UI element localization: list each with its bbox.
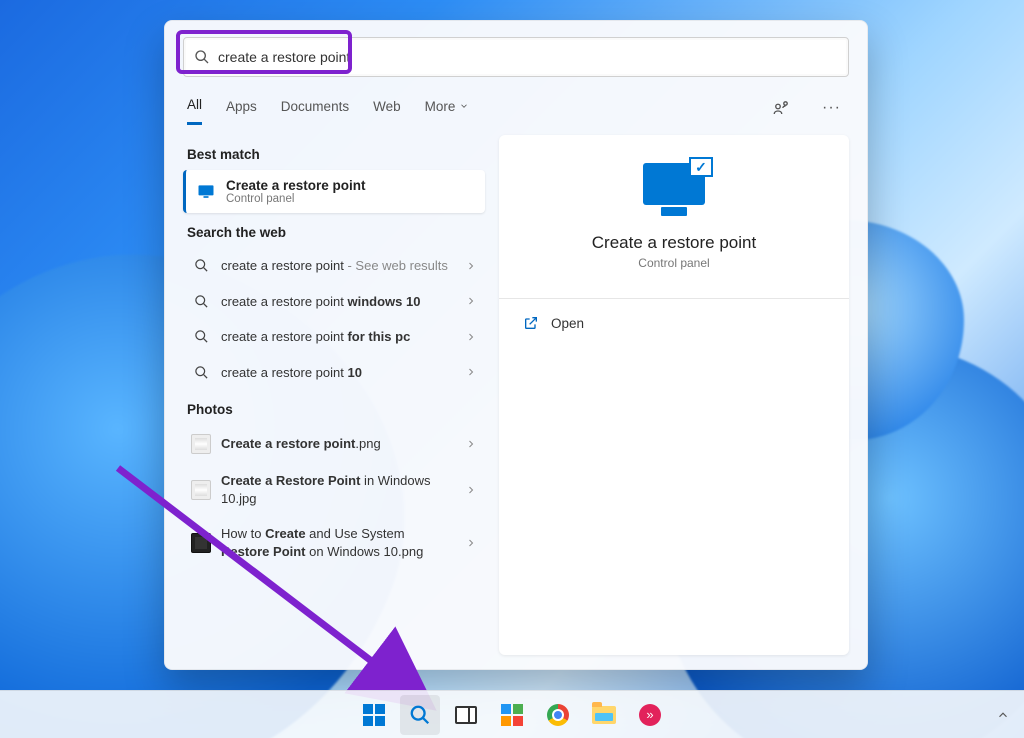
photo-result-text: Create a restore point.png — [221, 435, 455, 453]
section-photos: Photos — [183, 390, 485, 425]
search-icon — [409, 704, 431, 726]
desktop: All Apps Documents Web More ··· Best mat… — [0, 0, 1024, 738]
best-match-result[interactable]: Create a restore point Control panel — [183, 170, 485, 213]
photo-result-text: How to Create and Use System Restore Poi… — [221, 525, 455, 560]
chrome-button[interactable] — [538, 695, 578, 735]
taskbar-search-button[interactable] — [400, 695, 440, 735]
best-match-subtitle: Control panel — [226, 193, 366, 205]
widgets-button[interactable] — [492, 695, 532, 735]
task-view-button[interactable] — [446, 695, 486, 735]
web-result-text: create a restore point for this pc — [221, 328, 455, 346]
system-icon — [196, 182, 216, 202]
app-button[interactable]: » — [630, 695, 670, 735]
results-column: Best match Create a restore point Contro… — [183, 135, 485, 655]
widgets-icon — [501, 704, 523, 726]
search-flyout: All Apps Documents Web More ··· Best mat… — [164, 20, 868, 670]
photo-result[interactable]: How to Create and Use System Restore Poi… — [183, 516, 485, 569]
open-label: Open — [551, 316, 584, 331]
web-result[interactable]: create a restore point for this pc — [183, 319, 485, 355]
chevron-right-icon — [465, 438, 477, 450]
chevron-right-icon — [465, 331, 477, 343]
windows-logo-icon — [363, 704, 385, 726]
tab-documents[interactable]: Documents — [281, 93, 349, 124]
search-icon — [191, 329, 211, 344]
folder-icon — [592, 706, 616, 724]
tab-web[interactable]: Web — [373, 93, 401, 124]
web-result-text: create a restore point 10 — [221, 364, 455, 382]
task-view-icon — [455, 706, 477, 724]
feedback-icon[interactable] — [768, 95, 794, 121]
open-action[interactable]: Open — [521, 305, 827, 341]
tab-apps[interactable]: Apps — [226, 93, 257, 124]
chevron-right-icon — [465, 295, 477, 307]
system-properties-icon: ✓ — [643, 163, 705, 205]
chevron-right-icon — [465, 366, 477, 378]
web-result[interactable]: create a restore point windows 10 — [183, 284, 485, 320]
search-icon — [191, 365, 211, 380]
photo-result-text: Create a Restore Point in Windows 10.jpg — [221, 472, 455, 507]
search-input[interactable] — [218, 49, 838, 65]
web-result[interactable]: create a restore point - See web results — [183, 248, 485, 284]
web-result-text: create a restore point windows 10 — [221, 293, 455, 311]
app-icon: » — [639, 704, 661, 726]
chevron-down-icon — [459, 101, 469, 111]
section-search-web: Search the web — [183, 213, 485, 248]
chevron-right-icon — [465, 260, 477, 272]
photo-result[interactable]: Create a Restore Point in Windows 10.jpg — [183, 463, 485, 516]
chrome-icon — [547, 704, 569, 726]
search-icon — [191, 294, 211, 309]
chevron-right-icon — [465, 484, 477, 496]
image-thumb-icon — [191, 434, 211, 454]
tab-more[interactable]: More — [425, 93, 470, 124]
show-hidden-icons[interactable] — [996, 708, 1010, 722]
section-best-match: Best match — [183, 135, 485, 170]
tab-all[interactable]: All — [187, 91, 202, 125]
preview-subtitle: Control panel — [638, 256, 709, 270]
image-thumb-icon — [191, 480, 211, 500]
file-explorer-button[interactable] — [584, 695, 624, 735]
more-options-button[interactable]: ··· — [818, 95, 845, 121]
preview-title: Create a restore point — [592, 233, 756, 253]
start-button[interactable] — [354, 695, 394, 735]
divider — [499, 298, 849, 299]
search-box[interactable] — [183, 37, 849, 77]
web-result[interactable]: create a restore point 10 — [183, 355, 485, 391]
photo-result[interactable]: Create a restore point.png — [183, 425, 485, 463]
scope-tabs: All Apps Documents Web More ··· — [165, 85, 867, 125]
chevron-up-icon — [996, 708, 1010, 722]
tab-more-label: More — [425, 99, 456, 114]
search-icon — [194, 49, 210, 65]
open-external-icon — [523, 315, 539, 331]
search-icon — [191, 258, 211, 273]
image-thumb-icon — [191, 533, 211, 553]
best-match-title: Create a restore point — [226, 178, 366, 193]
chevron-right-icon — [465, 537, 477, 549]
web-result-text: create a restore point - See web results — [221, 257, 455, 275]
preview-pane: ✓ Create a restore point Control panel O… — [499, 135, 849, 655]
taskbar: » — [0, 690, 1024, 738]
